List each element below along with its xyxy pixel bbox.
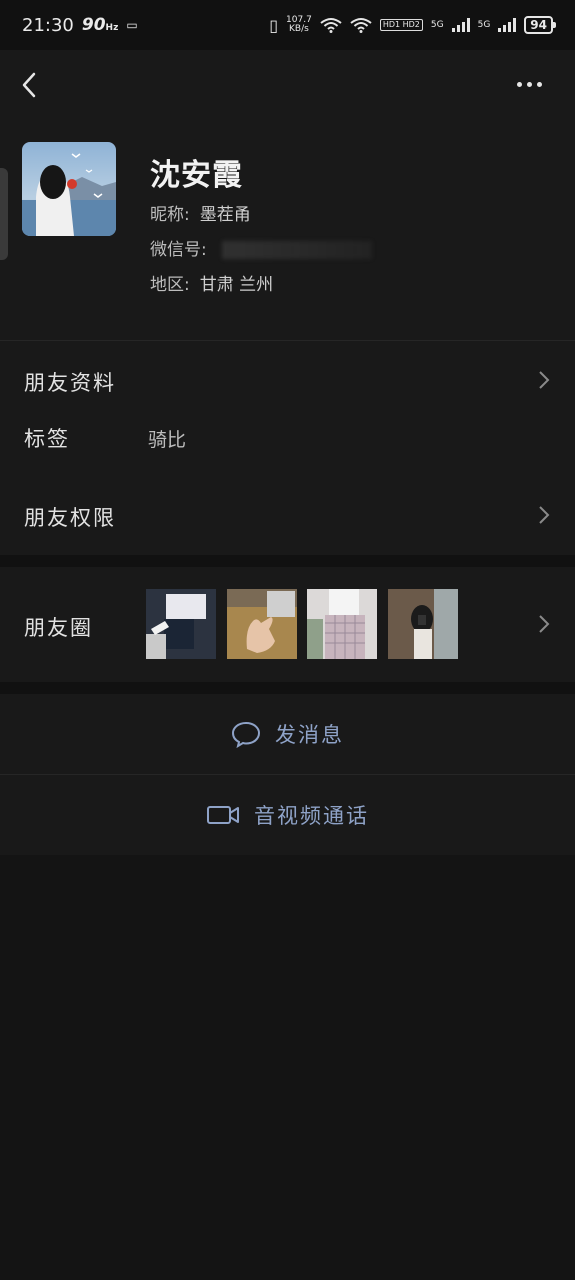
side-edge-handle[interactable]: [0, 168, 8, 260]
sim-card-icon: ▭: [126, 18, 138, 32]
region-row: 地区: 甘肃 兰州: [150, 270, 273, 295]
status-left: 21:30 90Hz ▭: [22, 15, 138, 36]
vibrate-icon: ▯: [269, 15, 279, 35]
sim2-network-type: 5G: [477, 20, 491, 30]
hd-voice-tag: HD1 HD2: [379, 19, 423, 31]
moments-label: 朋友圈: [24, 616, 93, 640]
avatar[interactable]: [22, 142, 116, 236]
section-divider: [0, 555, 575, 567]
top-nav-bar: [0, 50, 575, 120]
moments-photo-3[interactable]: [307, 589, 377, 659]
wechat-id-blurred: [222, 241, 373, 259]
sim1-network-type: 5G: [430, 20, 444, 30]
wechat-id-row: 微信号:: [150, 235, 373, 260]
signal-bars-2-icon: [498, 18, 517, 32]
display-name: 沈安霞: [150, 158, 243, 193]
nickname-label: 昵称:: [150, 205, 190, 225]
tags-row[interactable]: 标签 骑比: [0, 415, 575, 465]
wifi-icon: [320, 18, 342, 33]
moments-row[interactable]: 朋友圈: [0, 567, 575, 682]
avatar-image: [22, 142, 116, 236]
friend-permissions-row[interactable]: 朋友权限: [0, 480, 575, 552]
moments-photo-4[interactable]: [388, 589, 458, 659]
moments-photo-2[interactable]: [227, 589, 297, 659]
refresh-rate: 90Hz: [82, 15, 118, 35]
send-message-label: 发消息: [275, 723, 344, 747]
profile-header: 沈安霞 昵称: 墨茬甬 微信号: 地区: 甘肃 兰州: [0, 120, 575, 340]
nickname-value: 墨茬甬: [199, 205, 251, 225]
video-call-content: 音视频通话: [0, 775, 575, 855]
network-speed: 107.7 KB/s: [286, 16, 312, 34]
nickname-row: 昵称: 墨茬甬: [150, 200, 251, 225]
region-value: 甘肃 兰州: [199, 275, 274, 295]
friend-info-row[interactable]: 朋友资料: [0, 345, 575, 415]
chat-bubble-icon: [231, 721, 261, 748]
signal-bars-1-icon: [451, 18, 470, 32]
video-camera-icon: [207, 806, 239, 824]
divider: [0, 340, 575, 341]
video-call-label: 音视频通话: [254, 804, 369, 828]
refresh-rate-value: 90: [81, 15, 106, 35]
empty-area: [0, 855, 575, 1280]
refresh-rate-unit: Hz: [105, 23, 119, 33]
chevron-right-icon: [539, 506, 550, 524]
status-right: ▯ 107.7 KB/s HD1 HD2 5G 5G 94: [269, 15, 556, 35]
send-message-content: 发消息: [0, 694, 575, 774]
friend-info-label: 朋友资料: [24, 371, 116, 395]
tags-label: 标签: [24, 427, 70, 451]
more-options-icon[interactable]: [517, 74, 553, 94]
wifi-icon-secondary: [350, 18, 372, 33]
tags-value: 骑比: [148, 429, 187, 451]
network-speed-unit: KB/s: [289, 24, 309, 34]
send-message-button[interactable]: 发消息: [0, 694, 575, 774]
chevron-right-icon: [539, 615, 550, 633]
battery-indicator: 94: [524, 16, 556, 34]
status-time: 21:30: [22, 14, 74, 36]
wechat-id-label: 微信号:: [150, 240, 207, 260]
friend-permissions-label: 朋友权限: [24, 506, 116, 530]
video-call-button[interactable]: 音视频通话: [0, 775, 575, 855]
status-bar: 21:30 90Hz ▭ ▯ 107.7 KB/s HD1 HD2 5G 5G …: [0, 0, 575, 50]
chevron-right-icon: [539, 371, 550, 389]
region-label: 地区:: [150, 275, 190, 295]
section-divider: [0, 682, 575, 694]
back-arrow-icon[interactable]: [15, 70, 45, 100]
moments-photo-1[interactable]: [146, 589, 216, 659]
